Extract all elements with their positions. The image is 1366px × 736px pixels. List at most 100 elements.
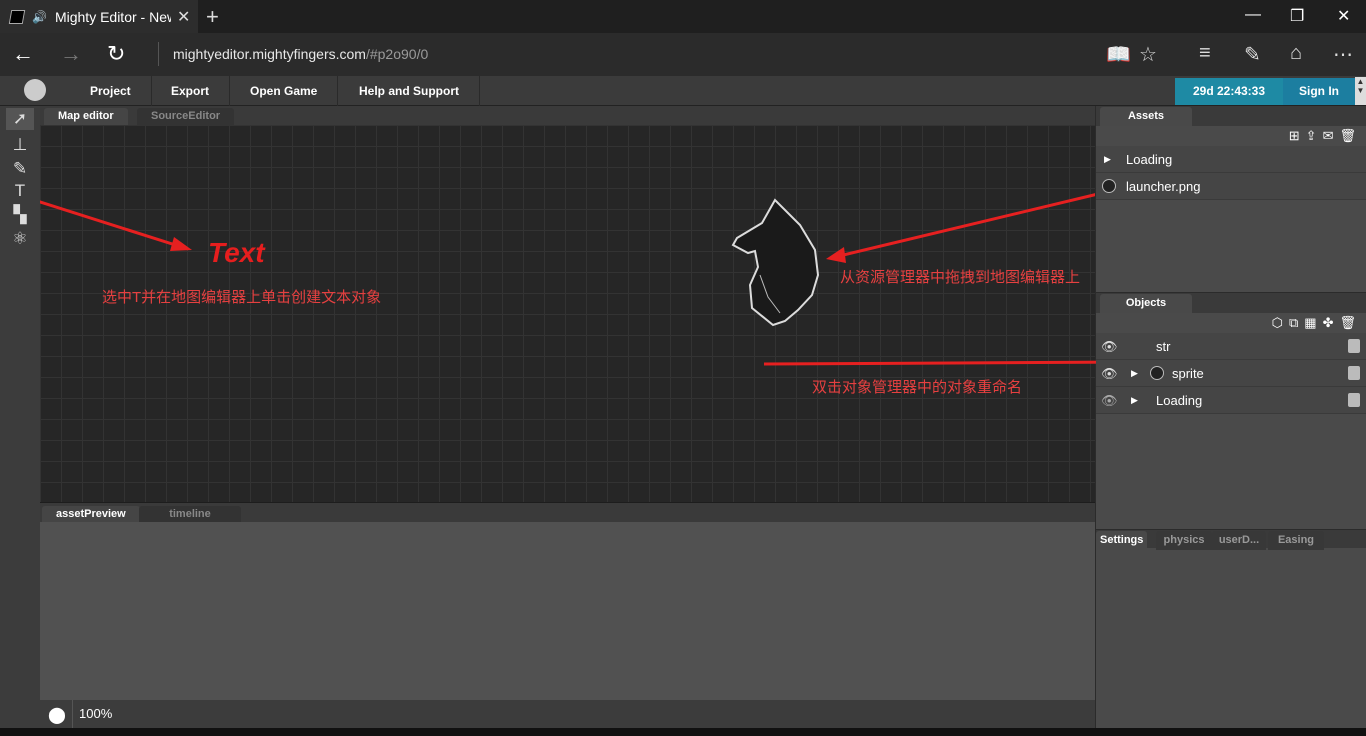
scroll-arrows-icon[interactable]: ▲ ▼ (1355, 77, 1366, 105)
menu-help-support[interactable]: Help and Support (339, 76, 480, 106)
web-note-icon[interactable]: ✎ (1244, 42, 1261, 67)
forward-icon[interactable]: → (60, 41, 82, 67)
new-folder-icon[interactable]: ⊞ (1289, 128, 1306, 143)
menu-open-game[interactable]: Open Game (230, 76, 339, 106)
browser-addressbar: ← → ↻ mightyeditor.mightyfingers.com/#p2… (0, 33, 1366, 76)
refresh-icon[interactable]: ↻ (107, 41, 125, 67)
back-icon[interactable]: ← (12, 41, 34, 67)
speaker-icon[interactable]: 🔊 (32, 10, 47, 24)
expand-triangle-icon[interactable]: ▶ (1131, 387, 1138, 414)
status-bar: ⬤ 100% (40, 700, 1095, 728)
arrow-from-assets (834, 193, 1095, 259)
eye-visible-icon[interactable]: 👁 (1101, 333, 1118, 360)
tab-assets[interactable]: Assets (1100, 107, 1192, 126)
app-menubar: Project Export Open Game Help and Suppor… (0, 76, 1366, 106)
asset-preview-panel (40, 522, 1095, 700)
tab-user-data[interactable]: userD... (1212, 531, 1266, 550)
objects-panel: Objects ⬡⧉▦✤🗑 👁 str 👁 ▶ sprite 👁 ▶ Loadi… (1096, 293, 1366, 529)
eye-visible-icon[interactable]: 👁 (1101, 360, 1118, 387)
share-icon[interactable]: ⌂ (1290, 42, 1302, 65)
close-tab-icon[interactable]: ✕ (177, 7, 190, 27)
trash-icon[interactable]: 🗑 (1339, 315, 1362, 330)
objects-tabs: Objects (1096, 293, 1366, 313)
wolf-thumbnail-icon (1150, 366, 1164, 380)
assets-tabs: Assets (1096, 106, 1366, 126)
object-row-loading[interactable]: 👁 ▶ Loading (1096, 387, 1366, 414)
tool-palette: ➚ ⊥ ✎ T ▚ ⚛ (0, 106, 40, 728)
editor-tabs: Map editor SourceEditor (40, 106, 1095, 125)
new-tab-button[interactable]: + (206, 4, 219, 30)
site-favicon-icon (8, 9, 26, 24)
expand-triangle-icon[interactable]: ▶ (1104, 146, 1111, 173)
eye-visible-icon[interactable]: 👁 (1101, 387, 1118, 414)
wolf-sprite-icon[interactable] (731, 198, 820, 327)
asset-folder-loading[interactable]: ▶ Loading (1096, 146, 1366, 173)
tab-easing[interactable]: Easing (1268, 531, 1324, 550)
object-label: str (1156, 339, 1171, 354)
tab-asset-preview[interactable]: assetPreview (42, 506, 140, 523)
brush-tool-icon[interactable]: ✎ (6, 158, 34, 180)
assets-toolbar: ⊞⇪✉🗑 (1289, 128, 1362, 144)
asset-label: Loading (1126, 152, 1173, 167)
pointer-move-tool-icon[interactable]: ➚ (6, 108, 34, 130)
settings-tabs: Settings physics userD... Easing (1096, 530, 1366, 550)
wolf-thumbnail-icon (1102, 179, 1116, 193)
restore-icon[interactable]: ❐ (1290, 6, 1304, 26)
mighty-logo-icon[interactable] (24, 79, 46, 101)
tab-map-editor[interactable]: Map editor (44, 108, 128, 125)
hub-icon[interactable]: ≡ (1199, 42, 1211, 65)
zoom-level: 100% (72, 700, 112, 728)
object-row-str[interactable]: 👁 str (1096, 333, 1366, 360)
object-label: Loading (1156, 393, 1203, 408)
grid-icon[interactable]: ▦ (1304, 315, 1322, 330)
preview-tabs: assetPreview timeline (40, 502, 1095, 523)
url-field[interactable]: mightyeditor.mightyfingers.com/#p2o90/0 (158, 42, 428, 66)
tab-physics[interactable]: physics (1156, 531, 1212, 550)
import-icon[interactable]: ✉ (1323, 128, 1340, 143)
text-tool-icon[interactable]: T (6, 180, 34, 202)
trash-icon[interactable]: 🗑 (1339, 128, 1362, 143)
asset-launcher-png[interactable]: launcher.png (1096, 173, 1366, 200)
map-canvas[interactable]: Text 选中T并在地图编辑器上单击创建文本对象 从资源管理器中拖拽到地图编辑器… (40, 125, 1095, 502)
browser-tab[interactable]: 🔊 Mighty Editor - New ✕ (0, 0, 198, 33)
location-pin-icon[interactable]: ⬤ (48, 705, 66, 725)
url-path: /#p2o90/0 (365, 46, 429, 62)
upload-icon[interactable]: ⇪ (1306, 128, 1323, 143)
timer-badge: 29d 22:43:33 (1175, 78, 1283, 105)
more-icon[interactable]: ⋯ (1333, 42, 1353, 67)
lock-icon[interactable] (1348, 339, 1360, 353)
tab-settings[interactable]: Settings (1096, 531, 1148, 550)
assets-panel: Assets ⊞⇪✉🗑 ▶ Loading launcher.png (1096, 106, 1366, 292)
menu-export[interactable]: Export (151, 76, 231, 106)
window-close-icon[interactable]: ✕ (1337, 6, 1350, 26)
lock-icon[interactable] (1348, 366, 1360, 380)
browser-titlebar: 🔊 Mighty Editor - New ✕ + — ❐ ✕ (0, 0, 1366, 33)
tab-timeline[interactable]: timeline (139, 506, 241, 523)
menu-project[interactable]: Project (70, 76, 152, 106)
group-icon[interactable]: ✤ (1323, 315, 1340, 330)
asset-label: launcher.png (1126, 179, 1201, 194)
lock-icon[interactable] (1348, 393, 1360, 407)
group-tool-icon[interactable]: ▚ (6, 204, 34, 226)
physics-atom-icon[interactable]: ⚛ (6, 228, 34, 250)
annotation-arrows (40, 193, 1095, 327)
taskbar (0, 728, 1366, 736)
objects-toolbar: ⬡⧉▦✤🗑 (1272, 315, 1362, 331)
tab-objects[interactable]: Objects (1100, 294, 1192, 313)
reading-view-icon[interactable]: 📖 (1106, 42, 1131, 67)
screen: 🔊 Mighty Editor - New ✕ + — ❐ ✕ ← → ↻ mi… (0, 0, 1366, 736)
minimize-icon[interactable]: — (1245, 6, 1261, 24)
expand-triangle-icon[interactable]: ▶ (1131, 360, 1138, 387)
object-label: sprite (1172, 366, 1204, 381)
favorite-star-icon[interactable]: ☆ (1139, 42, 1157, 67)
settings-panel: Settings physics userD... Easing (1096, 530, 1366, 728)
tab-title: Mighty Editor - New (54, 8, 171, 25)
arrow-to-text (40, 200, 189, 251)
tab-source-editor[interactable]: SourceEditor (137, 108, 235, 125)
stamp-tool-icon[interactable]: ⊥ (6, 134, 34, 156)
object-row-sprite[interactable]: 👁 ▶ sprite (1096, 360, 1366, 387)
copy-icon[interactable]: ⧉ (1289, 315, 1304, 330)
sign-in-button[interactable]: Sign In (1283, 78, 1355, 105)
url-host: mightyeditor.mightyfingers.com (173, 46, 366, 62)
cube-icon[interactable]: ⬡ (1272, 315, 1289, 330)
